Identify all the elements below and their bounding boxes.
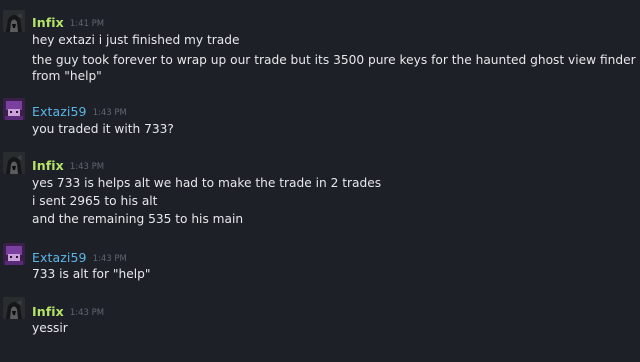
hooded-figure-icon bbox=[3, 297, 25, 319]
timestamp: 1:43 PM bbox=[69, 162, 105, 172]
timestamp: 1:43 PM bbox=[69, 308, 105, 318]
timestamp: 1:41 PM bbox=[69, 19, 105, 29]
message-header: Infix 1:43 PM bbox=[32, 301, 104, 319]
message-line: yessir bbox=[32, 321, 68, 335]
message-line: hey extazi i just finished my trade bbox=[32, 33, 240, 47]
message-line: 733 is alt for "help" bbox=[32, 267, 151, 281]
timestamp: 1:43 PM bbox=[92, 108, 127, 118]
purple-character-avatar[interactable] bbox=[3, 243, 25, 265]
purple-character-icon bbox=[3, 98, 25, 120]
username[interactable]: Infix bbox=[32, 304, 64, 319]
purple-character-icon bbox=[3, 243, 25, 265]
username[interactable]: Extazi59 bbox=[32, 250, 87, 265]
hooded-figure-icon bbox=[3, 10, 25, 32]
message-line: i sent 2965 to his alt bbox=[32, 194, 158, 208]
hooded-figure-avatar[interactable] bbox=[3, 152, 25, 174]
message-line: yes 733 is helps alt we had to make the … bbox=[32, 176, 382, 190]
hooded-figure-avatar[interactable] bbox=[3, 297, 25, 319]
username[interactable]: Extazi59 bbox=[32, 104, 87, 119]
username[interactable]: Infix bbox=[32, 15, 64, 30]
hooded-figure-icon bbox=[3, 152, 25, 174]
message-line: the guy took forever to wrap up our trad… bbox=[32, 53, 636, 67]
message-line: from "help" bbox=[32, 69, 102, 83]
message-line: you traded it with 733? bbox=[32, 122, 174, 136]
purple-character-avatar[interactable] bbox=[3, 98, 25, 120]
hooded-figure-avatar[interactable] bbox=[3, 10, 25, 32]
username[interactable]: Infix bbox=[32, 158, 64, 173]
message-line: and the remaining 535 to his main bbox=[32, 212, 244, 226]
timestamp: 1:43 PM bbox=[92, 254, 127, 264]
message-header: Extazi59 1:43 PM bbox=[32, 101, 127, 119]
chat-log: Infix 1:41 PM hey extazi i just finished … bbox=[0, 0, 640, 362]
message-header: Infix 1:41 PM bbox=[32, 12, 104, 30]
message-header: Infix 1:43 PM bbox=[32, 155, 104, 173]
message-header: Extazi59 1:43 PM bbox=[32, 247, 127, 265]
